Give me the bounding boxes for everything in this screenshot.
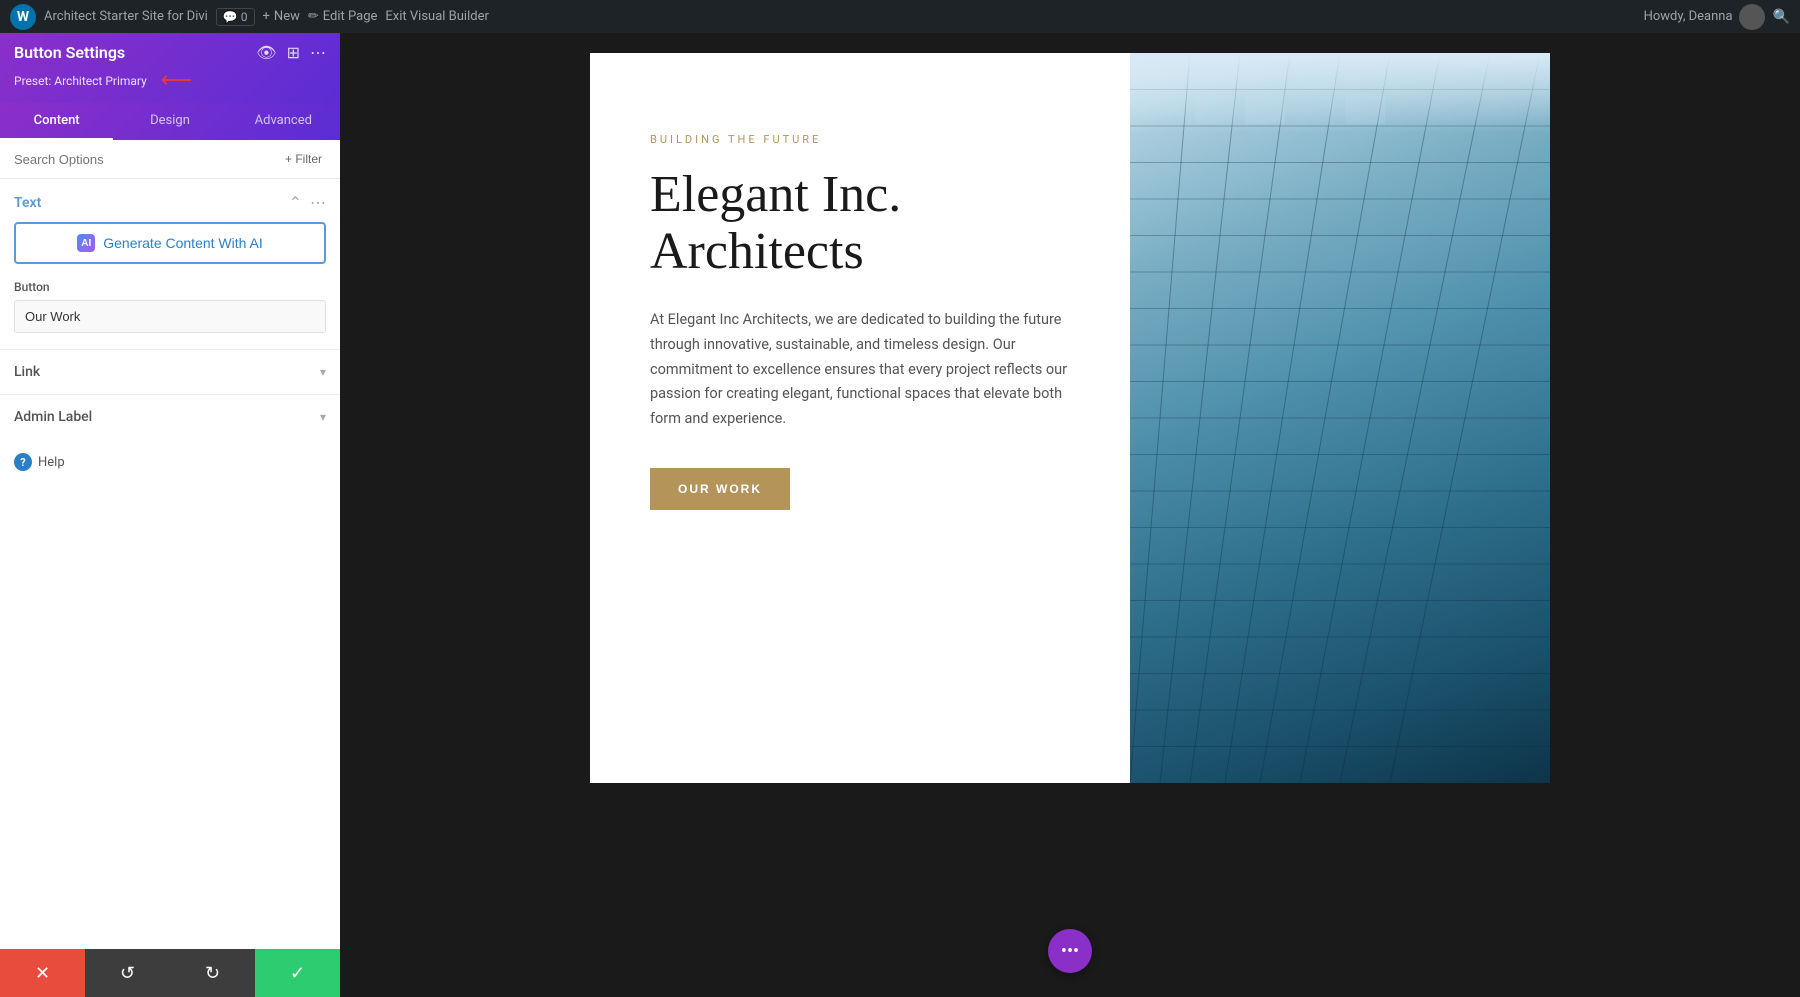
collapse-icon[interactable]: ⌃ [289, 193, 302, 212]
admin-label-chevron-icon: ▾ [320, 410, 326, 424]
cancel-button[interactable]: ✕ [0, 949, 85, 997]
edit-page-label: Edit Page [323, 9, 378, 24]
plus-icon: + [263, 9, 270, 24]
tab-design[interactable]: Design [113, 103, 226, 140]
save-button[interactable]: ✓ [255, 949, 340, 997]
ai-icon-text: AI [81, 238, 91, 249]
section-more-icon[interactable]: ⋯ [310, 193, 326, 212]
tab-content[interactable]: Content [0, 103, 113, 140]
link-chevron-icon: ▾ [320, 365, 326, 379]
page-hero-left: BUILDING THE FUTURE Elegant Inc. Archite… [590, 53, 1130, 783]
admin-bar: W Architect Starter Site for Divi 💬 0 + … [0, 0, 1800, 33]
site-name-link[interactable]: Architect Starter Site for Divi [44, 9, 208, 24]
eye-icon[interactable]: 👁 [256, 43, 276, 62]
filter-button[interactable]: + Filter [281, 150, 326, 168]
building-image [1130, 53, 1550, 783]
search-icon[interactable]: 🔍 [1773, 9, 1790, 25]
admin-label-title: Admin Label [14, 409, 92, 425]
wp-logo-icon[interactable]: W [10, 4, 36, 30]
help-label: Help [38, 455, 65, 470]
panel-tabs: Content Design Advanced [0, 103, 340, 140]
howdy-user: Howdy, Deanna [1644, 4, 1765, 30]
hero-body: At Elegant Inc Architects, we are dedica… [650, 308, 1070, 431]
panel-header-icons: 👁 ⊞ ⋯ [256, 43, 326, 62]
link-section: Link ▾ [0, 349, 340, 394]
exit-visual-builder-link[interactable]: Exit Visual Builder [385, 9, 488, 24]
main-area: Button Settings 👁 ⊞ ⋯ Preset: Architect … [0, 33, 1800, 997]
panel-title: Button Settings [14, 43, 125, 62]
search-area: + Filter [0, 140, 340, 179]
red-arrow-indicator: ⟵ [161, 68, 193, 93]
help-area[interactable]: ? Help [0, 439, 340, 485]
layout-icon[interactable]: ⊞ [287, 43, 300, 62]
generate-ai-label: Generate Content With AI [103, 235, 263, 251]
redo-button[interactable]: ↻ [170, 949, 255, 997]
text-section-title: Text [14, 195, 41, 211]
canvas-area: BUILDING THE FUTURE Elegant Inc. Archite… [340, 33, 1800, 997]
panel-footer: ✕ ↺ ↻ ✓ [0, 949, 340, 997]
new-label: New [274, 9, 300, 24]
fab-button[interactable]: ••• [1048, 929, 1092, 973]
panel-content: Text ⌃ ⋯ AI Generate Content With AI But… [0, 179, 340, 949]
search-input[interactable] [14, 152, 273, 167]
preset-label[interactable]: Preset: Architect Primary [14, 74, 147, 88]
generate-ai-button[interactable]: AI Generate Content With AI [14, 222, 326, 264]
admin-label-section: Admin Label ▾ [0, 394, 340, 439]
page-hero-right [1130, 53, 1550, 783]
more-icon[interactable]: ⋯ [310, 43, 326, 62]
link-section-title: Link [14, 364, 40, 380]
admin-label-section-header[interactable]: Admin Label ▾ [14, 395, 326, 439]
fab-dots-icon: ••• [1061, 941, 1079, 962]
tab-advanced[interactable]: Advanced [227, 103, 340, 140]
our-work-button[interactable]: OUR WORK [650, 468, 790, 510]
undo-button[interactable]: ↺ [85, 949, 170, 997]
user-avatar [1739, 4, 1765, 30]
panel-header: Button Settings 👁 ⊞ ⋯ Preset: Architect … [0, 33, 340, 103]
edit-page-link[interactable]: ✏ Edit Page [308, 9, 378, 24]
ai-icon: AI [77, 234, 95, 252]
pencil-icon: ✏ [308, 9, 319, 24]
page-content: BUILDING THE FUTURE Elegant Inc. Archite… [590, 53, 1550, 783]
button-text-input[interactable] [14, 300, 326, 333]
text-section-header: Text ⌃ ⋯ [0, 179, 340, 222]
hero-tag: BUILDING THE FUTURE [650, 133, 1080, 146]
help-icon: ? [14, 453, 32, 471]
comment-number: 0 [241, 10, 248, 24]
button-field-group: Button [0, 280, 340, 349]
link-section-header[interactable]: Link ▾ [14, 350, 326, 394]
howdy-text: Howdy, Deanna [1644, 9, 1733, 24]
help-icon-text: ? [20, 456, 25, 469]
hero-heading: Elegant Inc. Architects [650, 166, 1080, 280]
new-link[interactable]: + New [263, 9, 300, 24]
comment-count[interactable]: 💬 0 [216, 8, 255, 26]
button-field-label: Button [14, 280, 326, 294]
comment-icon: 💬 [223, 10, 238, 24]
settings-panel: Button Settings 👁 ⊞ ⋯ Preset: Architect … [0, 33, 340, 997]
